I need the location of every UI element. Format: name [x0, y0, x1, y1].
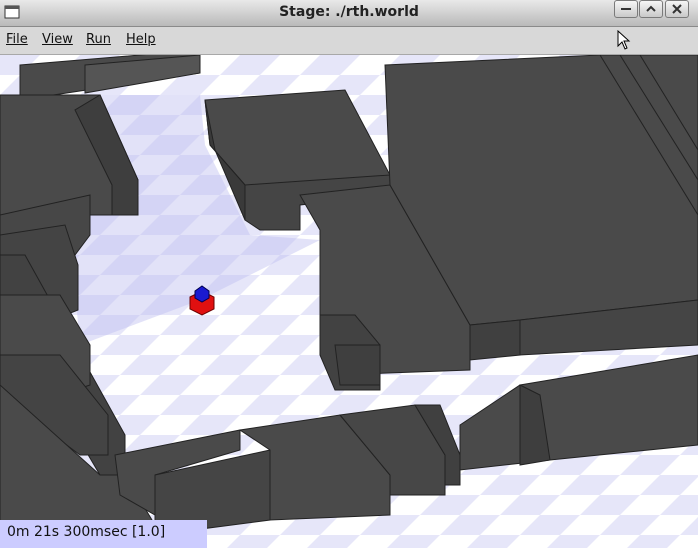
menu-help[interactable]: Help — [126, 32, 156, 47]
menu-view-label: View — [42, 32, 73, 47]
menu-run[interactable]: Run — [86, 32, 111, 47]
menu-bar: File View Run Help — [0, 27, 698, 55]
menu-run-label: Run — [86, 32, 111, 47]
menu-help-label: Help — [126, 32, 156, 47]
mouse-cursor-icon — [617, 30, 631, 50]
maximize-button[interactable] — [639, 0, 663, 18]
world-viewport[interactable] — [0, 55, 698, 548]
minimize-icon — [621, 8, 631, 10]
close-button[interactable] — [665, 0, 689, 18]
menu-file-label: File — [6, 32, 28, 47]
maximize-icon — [646, 5, 656, 12]
stage-window: Stage: ./rth.world File View Run Help 0m… — [0, 0, 698, 548]
minimize-button[interactable] — [614, 0, 638, 18]
menu-file[interactable]: File — [6, 32, 28, 47]
menu-view[interactable]: View — [42, 32, 73, 47]
close-icon — [672, 4, 682, 14]
window-title: Stage: ./rth.world — [279, 4, 419, 20]
status-bar: 0m 21s 300msec [1.0] — [0, 520, 207, 548]
simulation-time: 0m 21s 300msec [1.0] — [7, 524, 166, 540]
title-bar[interactable]: Stage: ./rth.world — [0, 0, 698, 27]
